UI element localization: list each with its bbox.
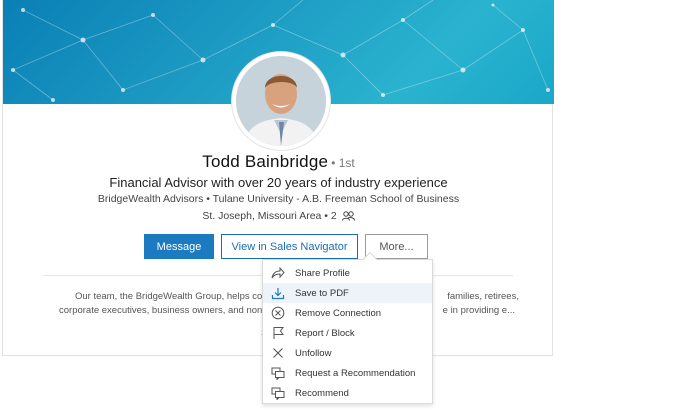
- profile-location-row: St. Joseph, Missouri Area • 2: [3, 210, 554, 224]
- profile-avatar[interactable]: [232, 52, 330, 150]
- summary-line-1-tail: families, retirees,: [447, 291, 519, 302]
- connection-degree: • 1st: [331, 156, 355, 170]
- menu-item-unfollow[interactable]: Unfollow: [263, 343, 432, 363]
- share-icon: [263, 263, 293, 283]
- close-icon: [263, 343, 293, 363]
- more-button[interactable]: More...: [365, 234, 428, 259]
- profile-name: Todd Bainbridge: [202, 152, 329, 171]
- menu-item-recommend[interactable]: Recommend: [263, 383, 432, 403]
- profile-organizations: BridgeWealth Advisors • Tulane Universit…: [97, 193, 460, 205]
- summary-line-2-tail: e in providing e...: [442, 305, 515, 316]
- menu-item-save-to-pdf[interactable]: Save to PDF: [263, 283, 432, 303]
- name-row: Todd Bainbridge • 1st: [3, 152, 554, 172]
- more-dropdown-menu: Share Profile Save to PDF Remove Connect…: [262, 251, 433, 404]
- chat-bubbles-icon: [263, 383, 293, 403]
- menu-item-label: Recommend: [295, 387, 349, 399]
- menu-item-label: Report / Block: [295, 327, 355, 339]
- menu-item-label: Remove Connection: [295, 307, 382, 319]
- menu-item-share-profile[interactable]: Share Profile: [263, 263, 432, 283]
- menu-item-request-recommendation[interactable]: Request a Recommendation: [263, 363, 432, 383]
- menu-item-label: Share Profile: [295, 267, 350, 279]
- flag-icon: [263, 323, 293, 343]
- message-button[interactable]: Message: [144, 234, 214, 259]
- chat-bubbles-icon: [263, 363, 293, 383]
- menu-item-label: Request a Recommendation: [295, 367, 416, 379]
- menu-item-label: Unfollow: [295, 347, 332, 359]
- person-photo: [236, 56, 326, 146]
- remove-circle-icon: [263, 303, 293, 323]
- connections-icon[interactable]: [341, 211, 355, 224]
- view-sales-navigator-button[interactable]: View in Sales Navigator: [221, 234, 358, 259]
- menu-item-remove-connection[interactable]: Remove Connection: [263, 303, 432, 323]
- download-icon: [263, 283, 293, 303]
- profile-headline: Financial Advisor with over 20 years of …: [109, 175, 448, 190]
- menu-item-report-block[interactable]: Report / Block: [263, 323, 432, 343]
- profile-location: St. Joseph, Missouri Area • 2: [202, 210, 337, 222]
- menu-item-label: Save to PDF: [295, 287, 349, 299]
